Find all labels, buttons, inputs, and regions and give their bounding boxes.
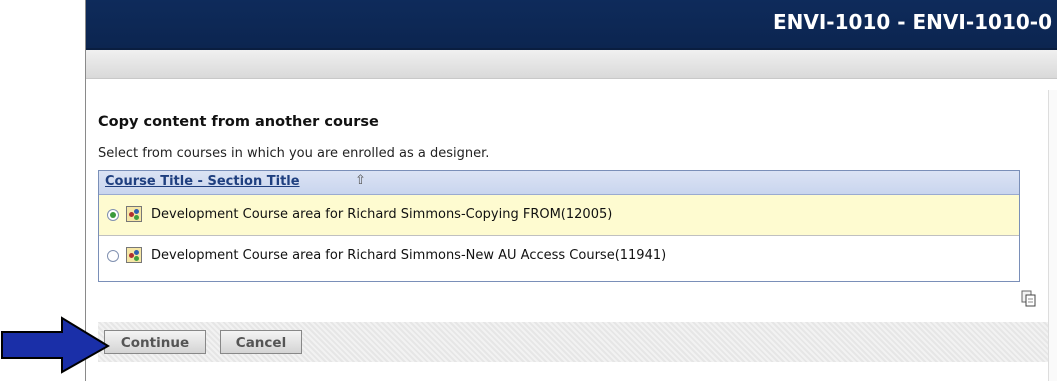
content-frame: ENVI-1010 - ENVI-1010-0 Copy content fro… <box>85 0 1057 381</box>
column-header-course-title[interactable]: Course Title - Section Title <box>105 174 300 189</box>
course-icon <box>126 247 142 263</box>
button-bar: Continue Cancel <box>98 322 1048 362</box>
toolbar-strip <box>86 50 1057 79</box>
course-label: Development Course area for Richard Simm… <box>151 207 613 222</box>
page-title: Copy content from another course <box>98 114 379 130</box>
table-row[interactable]: Development Course area for Richard Simm… <box>99 236 1019 278</box>
page-description: Select from courses in which you are enr… <box>98 146 490 161</box>
course-table: Course Title - Section Title ⇧ Developme… <box>98 170 1020 282</box>
scrollbar[interactable] <box>1048 90 1057 381</box>
course-icon <box>126 206 142 222</box>
table-row[interactable]: Development Course area for Richard Simm… <box>99 195 1019 236</box>
copy-icon[interactable] <box>1021 290 1037 308</box>
table-header: Course Title - Section Title ⇧ <box>99 171 1019 195</box>
pointer-arrow-icon <box>1 316 110 374</box>
cancel-button[interactable]: Cancel <box>220 330 302 354</box>
sort-ascending-arrow-icon[interactable]: ⇧ <box>355 173 366 188</box>
course-radio-button[interactable] <box>107 209 119 221</box>
course-radio-button[interactable] <box>107 250 119 262</box>
course-title: ENVI-1010 - ENVI-1010-0 <box>772 10 1052 34</box>
course-label: Development Course area for Richard Simm… <box>151 248 667 263</box>
continue-button[interactable]: Continue <box>104 330 206 354</box>
course-title-bar: ENVI-1010 - ENVI-1010-0 <box>86 0 1057 50</box>
